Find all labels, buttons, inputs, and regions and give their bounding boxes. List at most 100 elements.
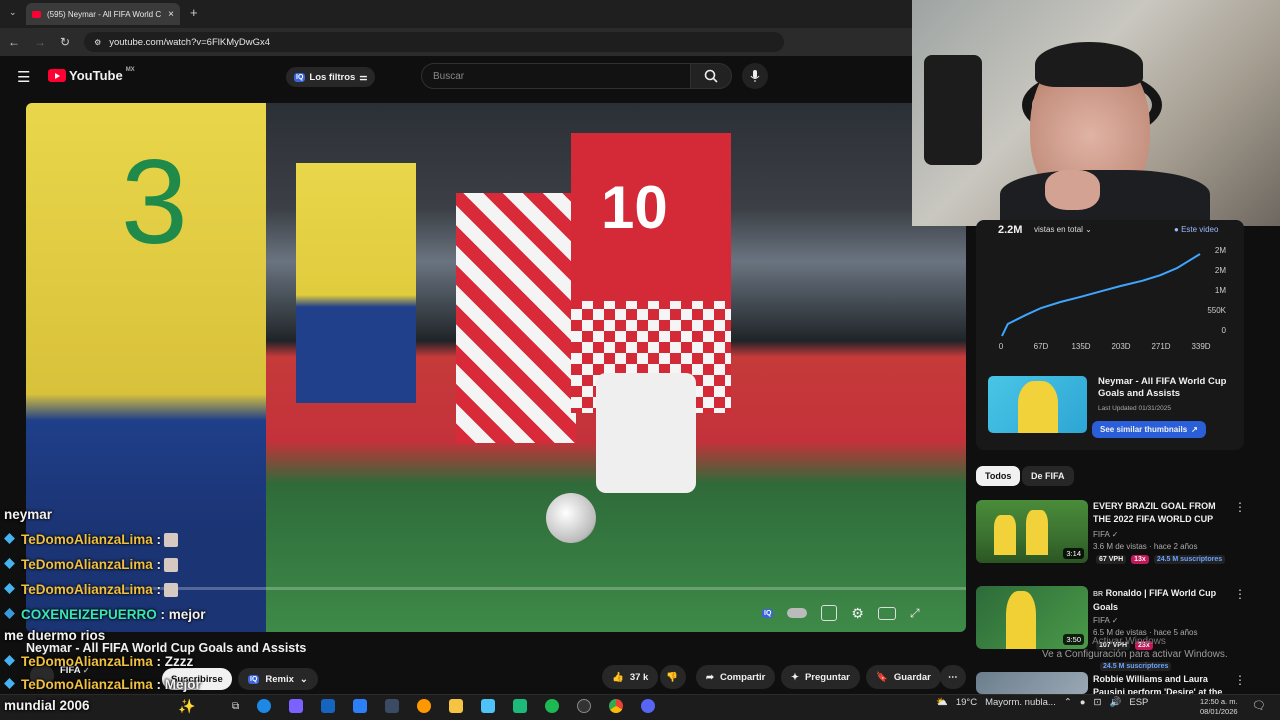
ask-button[interactable]: ✦ Preguntar — [781, 665, 860, 689]
back-icon[interactable]: ← — [8, 35, 20, 49]
autoplay-toggle[interactable] — [787, 608, 808, 618]
clock[interactable]: 12:50 a. m. 08/01/2026 — [1200, 697, 1238, 717]
new-tab-icon[interactable]: + — [190, 5, 198, 20]
app-icon[interactable] — [513, 699, 528, 713]
settings-gear-icon[interactable]: ⚙ — [851, 605, 864, 622]
emote-icon — [164, 558, 179, 573]
search-icon — [704, 69, 718, 83]
related-title[interactable]: Robbie Williams and Laura Pausini perfor… — [1093, 673, 1233, 694]
site-info-icon[interactable]: ⚙ — [94, 38, 101, 47]
share-button[interactable]: ➦ Compartir — [696, 665, 776, 689]
multiplier-badge: 13x — [1131, 555, 1149, 564]
filters-button[interactable]: IQ Los filtros ⚌ — [286, 67, 376, 87]
x-tick: 0 — [998, 342, 1004, 351]
folder-icon[interactable] — [449, 699, 464, 713]
duration-badge: 3:14 — [1063, 548, 1084, 559]
notepad-icon[interactable] — [481, 699, 496, 713]
verified-icon: ✓ — [1111, 616, 1119, 625]
subtitles-icon[interactable] — [821, 605, 838, 621]
obs-icon[interactable] — [577, 699, 592, 713]
video-player[interactable]: 3 10 IQ ⚙ ⤢ — [26, 103, 966, 632]
vscode-icon[interactable] — [385, 699, 400, 713]
reload-icon[interactable]: ↻ — [60, 35, 70, 49]
chat-message: TeDomoAlianzaLima : — [4, 582, 179, 598]
forward-icon[interactable]: → — [34, 35, 46, 49]
emote-icon — [164, 533, 179, 548]
diamond-icon — [4, 678, 15, 689]
sparkle-icon: ✨ — [178, 698, 196, 714]
like-button[interactable]: 👍 37 k — [602, 665, 659, 689]
related-channel[interactable]: FIFA ✓ — [1093, 616, 1118, 625]
see-similar-label: See similar thumbnails — [1100, 425, 1188, 434]
chip-all[interactable]: Todos — [976, 466, 1021, 486]
url-field[interactable]: ⚙ youtube.com/watch?v=6FlKMyDwGx4 — [84, 32, 785, 52]
tray-chevron-icon[interactable]: ⌃ — [1064, 697, 1072, 708]
related-video[interactable]: 3:14 — [976, 500, 1088, 563]
chrome-icon[interactable] — [609, 699, 624, 713]
more-options-icon[interactable]: ⋮ — [1234, 587, 1246, 601]
vph-badge: 67 VPH — [1096, 555, 1127, 564]
y-axis-ticks: 2M 2M 1M 550K 0 — [1196, 246, 1226, 335]
spotify-icon[interactable] — [545, 699, 560, 713]
search-button[interactable] — [690, 63, 732, 89]
related-thumbnail[interactable] — [976, 672, 1088, 694]
tab-list-icon[interactable]: ⌄ — [9, 7, 17, 18]
x-tick: 67D — [1033, 342, 1049, 351]
external-link-icon: ↗ — [1191, 425, 1198, 434]
tray-app-icon[interactable]: ● — [1080, 697, 1086, 708]
miniplayer-icon[interactable] — [877, 606, 896, 620]
browser-tab-bar: ⌄ (595) Neymar - All FIFA World C × + — [0, 0, 912, 28]
discord-icon[interactable] — [641, 699, 656, 713]
firefox-icon[interactable] — [417, 699, 432, 713]
more-options-icon[interactable]: ⋮ — [1234, 673, 1246, 687]
x-axis-ticks: 0 67D 135D 203D 271D 339D — [989, 342, 1213, 351]
taskbar-apps: ⧉ — [232, 699, 656, 713]
related-channel[interactable]: FIFA ✓ — [1093, 530, 1118, 539]
fullscreen-icon[interactable]: ⤢ — [910, 606, 920, 621]
related-title[interactable]: EVERY BRAZIL GOAL FROM THE 2022 FIFA WOR… — [1093, 500, 1233, 526]
browser-tab[interactable]: (595) Neymar - All FIFA World C × — [26, 3, 180, 25]
dislike-button[interactable]: 👎 — [660, 665, 686, 689]
mail-icon[interactable] — [321, 699, 336, 713]
chip-from-fifa[interactable]: De FIFA — [1022, 466, 1074, 486]
like-count: 37 k — [629, 671, 649, 683]
close-tab-icon[interactable]: × — [168, 9, 174, 20]
related-title[interactable]: BR Ronaldo | FIFA World Cup Goals — [1093, 587, 1233, 614]
region-label: MX — [125, 66, 135, 73]
more-options-icon[interactable]: ⋮ — [1234, 500, 1246, 514]
menu-icon[interactable]: ☰ — [17, 68, 30, 86]
notifications-icon[interactable]: 🗨 — [1252, 699, 1266, 712]
store-icon[interactable] — [353, 699, 368, 713]
edge-icon[interactable] — [257, 699, 272, 713]
see-similar-button[interactable]: See similar thumbnails ↗ — [1092, 421, 1206, 438]
chat-message: TeDomoAlianzaLima : — [4, 557, 179, 573]
iq-player-button[interactable]: IQ — [762, 608, 774, 618]
chat-message: TeDomoAlianzaLima : — [4, 532, 179, 548]
volume-icon[interactable]: 🔊 — [1110, 697, 1122, 708]
clock-date: 08/01/2026 — [1200, 707, 1238, 716]
weather-icon: ⛅ — [936, 697, 948, 708]
watermark-line2: Ve a Configuración para activar Windows. — [1042, 649, 1228, 660]
microphone-icon — [750, 70, 760, 82]
language-indicator[interactable]: ESP — [1129, 697, 1148, 708]
voice-search-button[interactable] — [742, 63, 768, 89]
card-thumbnail[interactable] — [988, 376, 1087, 433]
share-label: Compartir — [719, 671, 766, 683]
youtube-logo[interactable]: YouTube MX — [48, 66, 135, 83]
logo-text: YouTube — [69, 68, 123, 83]
badge-icon — [4, 608, 15, 619]
network-icon[interactable]: ⊡ — [1094, 697, 1102, 708]
more-actions-button[interactable]: ⋯ — [940, 665, 966, 689]
task-view-icon[interactable]: ⧉ — [232, 701, 239, 712]
streamer-hand — [1045, 170, 1100, 210]
search-input[interactable]: Buscar — [421, 63, 691, 89]
y-tick: 2M — [1214, 246, 1226, 255]
copilot-icon[interactable] — [289, 699, 304, 713]
remix-button[interactable]: IQ Remix ⌄ — [238, 668, 318, 690]
views-dropdown[interactable]: vistas en total ⌄ — [1034, 225, 1092, 234]
chat-text: : Mejor — [156, 677, 201, 692]
save-button[interactable]: 🔖 Guardar — [866, 665, 941, 689]
chat-text: mundial 2006 — [4, 698, 90, 713]
save-label: Guardar — [893, 671, 931, 683]
related-thumbnail[interactable]: 3:14 — [976, 500, 1088, 563]
